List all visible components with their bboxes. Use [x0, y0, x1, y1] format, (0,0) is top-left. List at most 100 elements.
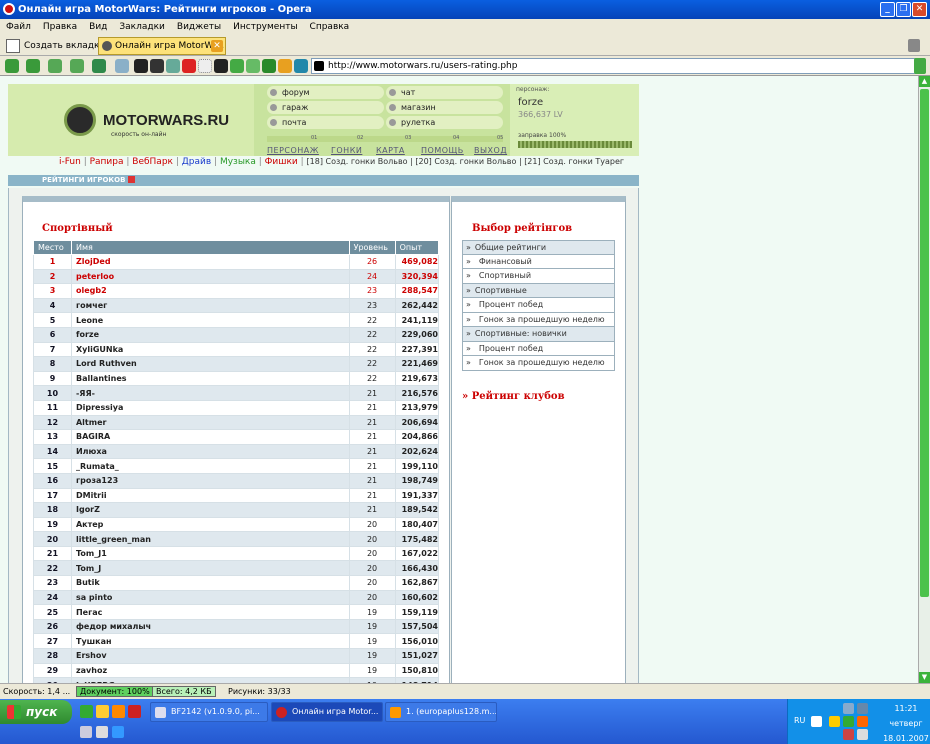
tray-orange-icon[interactable] — [857, 716, 868, 727]
cell-name[interactable]: Ballantines — [70, 370, 350, 387]
cell-name[interactable]: Dipressiya — [70, 399, 350, 416]
vertical-scrollbar[interactable]: ▲ ▼ — [918, 76, 930, 683]
collapse-icon[interactable] — [128, 176, 136, 183]
bookmark-2-icon[interactable] — [150, 59, 164, 73]
menu-help[interactable]: Справка — [310, 22, 350, 32]
quicklaunch-4-icon[interactable] — [128, 705, 141, 718]
scroll-thumb[interactable] — [920, 89, 929, 597]
reload-icon[interactable] — [92, 59, 106, 73]
cell-name[interactable]: IgorZ — [70, 502, 350, 518]
game-link[interactable]: [18] Созд. гонки Вольво — [307, 157, 408, 166]
rating-menu-item[interactable]: » Гонок за прошедшую неделю — [462, 356, 615, 371]
quicklaunch-3-icon[interactable] — [112, 705, 125, 718]
link-races[interactable]: ГОНКИ — [331, 146, 362, 155]
language-indicator[interactable]: RU — [794, 716, 805, 725]
col-place[interactable]: Место — [33, 240, 72, 255]
cell-name[interactable]: Tom_J1 — [70, 545, 350, 562]
volume-icon[interactable] — [857, 729, 868, 740]
tray-red-icon[interactable] — [843, 729, 854, 740]
site-logo[interactable]: MOTORWARS.RU скорость он-лайн — [8, 84, 254, 156]
cell-name[interactable]: Ershov — [70, 648, 350, 664]
cell-name[interactable]: Leone — [70, 312, 350, 328]
bookmark-w-icon[interactable] — [262, 59, 276, 73]
rating-menu-item[interactable]: » Спортивные: новички — [462, 327, 615, 342]
new-tab-button[interactable]: Создать вкладку — [4, 38, 105, 54]
cell-name[interactable]: zavhoz — [70, 662, 350, 679]
minimize-button[interactable]: _ — [880, 2, 895, 17]
scroll-down-icon[interactable]: ▼ — [919, 672, 930, 683]
cell-name[interactable]: forze — [70, 326, 350, 343]
rating-menu-item[interactable]: » Процент побед — [462, 298, 615, 313]
cell-name[interactable]: XyliGUNka — [70, 341, 350, 358]
nav-garage[interactable]: гараж — [267, 101, 384, 114]
clubs-rating-link[interactable]: » Рейтинг клубов — [462, 391, 565, 402]
close-button[interactable]: ✕ — [912, 2, 927, 17]
bookmark-8-icon[interactable] — [246, 59, 260, 73]
cell-name[interactable]: гроза123 — [70, 472, 350, 489]
clock[interactable]: 11:21 четверг 18.01.2007 — [883, 703, 929, 744]
scroll-up-icon[interactable]: ▲ — [919, 76, 930, 87]
rating-menu-item[interactable]: » Гонок за прошедшую неделю — [462, 312, 615, 327]
forward-icon[interactable] — [26, 59, 40, 73]
maximize-button[interactable]: ❐ — [896, 2, 911, 17]
go-button[interactable] — [914, 58, 926, 74]
col-level[interactable]: Уровень — [348, 240, 396, 255]
col-name[interactable]: Имя — [70, 240, 350, 255]
trash-icon[interactable] — [908, 39, 920, 52]
rating-menu-item[interactable]: » Спортивный — [462, 269, 615, 284]
bookmark-p-icon[interactable] — [294, 59, 308, 73]
search-icon[interactable] — [115, 59, 129, 73]
nav-chat[interactable]: чат — [386, 86, 503, 99]
tab-close-icon[interactable]: ✕ — [211, 40, 223, 52]
menu-bookmarks[interactable]: Закладки — [119, 22, 165, 32]
quick-link[interactable]: Музыка — [220, 157, 256, 167]
quick-link[interactable]: Рапира — [90, 157, 124, 167]
bookmark-5-icon[interactable] — [198, 59, 212, 73]
nav-shop[interactable]: магазин — [386, 101, 503, 114]
task-player[interactable]: 1. (europaplus128.m... — [385, 702, 497, 722]
network2-tray-icon[interactable] — [857, 703, 868, 714]
link-exit[interactable]: ВЫХОД — [474, 146, 507, 155]
tab-motorwars[interactable]: Онлайн игра MotorWar... ✕ — [98, 37, 226, 55]
cell-name[interactable]: гомчег — [70, 297, 350, 314]
help-tray-icon[interactable] — [811, 716, 822, 727]
bookmark-6-icon[interactable] — [214, 59, 228, 73]
rating-menu-item[interactable]: » Процент побед — [462, 341, 615, 356]
cell-name[interactable]: Lord Ruthven — [70, 356, 350, 372]
window-titlebar[interactable]: Онлайн игра MotorWars: Рейтинги игроков … — [0, 0, 930, 19]
task-opera[interactable]: Онлайн игра Motor... — [271, 702, 383, 722]
quick-link[interactable]: ВебПарк — [132, 157, 173, 167]
quick-link[interactable]: Фишки — [265, 157, 298, 167]
bookmark-3-icon[interactable] — [166, 59, 180, 73]
cell-name[interactable]: ZlojDed — [70, 254, 350, 270]
game-link[interactable]: [20] Созд. гонки Вольво — [415, 157, 516, 166]
menu-widgets[interactable]: Виджеты — [177, 22, 221, 32]
quicklaunch-5-icon[interactable] — [80, 726, 92, 738]
cell-name[interactable]: BAGIRA — [70, 429, 350, 445]
nav-roulette[interactable]: рулетка — [386, 116, 503, 129]
link-character[interactable]: ПЕРСОНАЖ — [267, 146, 319, 155]
cell-name[interactable]: Пегас — [70, 604, 350, 620]
cell-name[interactable]: Altmer — [70, 414, 350, 431]
nav-forum[interactable]: форум — [267, 86, 384, 99]
cell-name[interactable]: peterloo — [70, 268, 350, 285]
menu-edit[interactable]: Правка — [43, 22, 77, 32]
cell-name[interactable]: _Rumata_ — [70, 458, 350, 474]
bookmark-7-icon[interactable] — [230, 59, 244, 73]
link-help[interactable]: ПОМОЩЬ — [421, 146, 464, 155]
cell-name[interactable]: Butik — [70, 575, 350, 591]
nav-mail[interactable]: почта — [267, 116, 384, 129]
cell-name[interactable]: little_green_man — [70, 531, 350, 547]
game-link[interactable]: [21] Созд. гонки Туарег — [524, 157, 624, 166]
menu-view[interactable]: Вид — [89, 22, 107, 32]
quick-link[interactable]: i-Fun — [59, 157, 81, 167]
cell-name[interactable]: sa pinto — [70, 589, 350, 606]
col-exp[interactable]: Опыт — [394, 240, 440, 255]
tray-green-icon[interactable] — [843, 716, 854, 727]
quick-link[interactable]: Драйв — [182, 157, 211, 167]
back-icon[interactable] — [5, 59, 19, 73]
cell-name[interactable]: Илюха — [70, 443, 350, 460]
task-bf2142[interactable]: BF2142 (v1.0.9.0, pi... — [150, 702, 268, 722]
menu-tools[interactable]: Инструменты — [233, 22, 297, 32]
quicklaunch-1-icon[interactable] — [80, 705, 93, 718]
